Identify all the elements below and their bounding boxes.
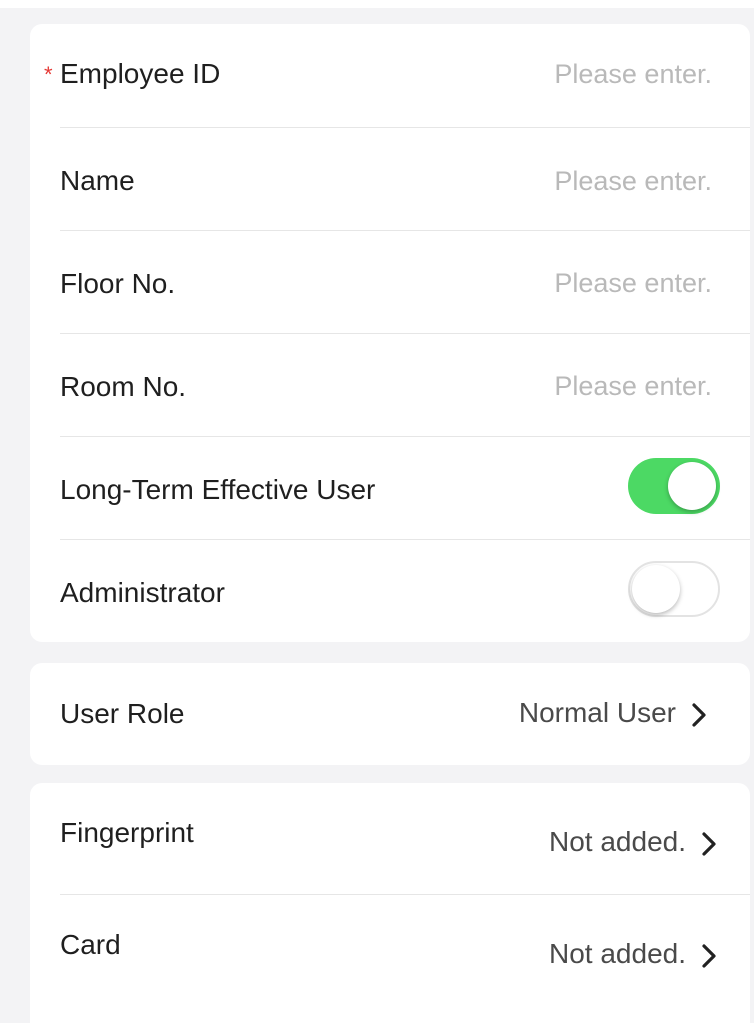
user-role-card: User Role Normal User: [30, 663, 750, 765]
administrator-toggle[interactable]: [628, 561, 720, 617]
credentials-card: Fingerprint Not added. Card Not added.: [30, 783, 750, 1023]
fingerprint-label: Fingerprint: [60, 817, 194, 848]
long-term-effective-user-toggle[interactable]: [628, 458, 720, 514]
name-input[interactable]: Please enter.: [554, 164, 712, 198]
user-role-label: User Role: [60, 698, 185, 729]
user-role-value: Normal User: [518, 697, 676, 728]
chevron-right-icon: [702, 832, 716, 856]
name-row[interactable]: Name Please enter.: [30, 128, 750, 231]
fingerprint-value: Not added.: [549, 826, 686, 857]
room-no-input[interactable]: Please enter.: [554, 369, 712, 403]
room-no-label: Room No.: [60, 371, 187, 402]
employee-id-row[interactable]: * Employee ID Please enter.: [30, 24, 750, 128]
employee-id-label: Employee ID: [60, 58, 221, 89]
card-label: Card: [60, 929, 121, 960]
long-term-effective-user-label: Long-Term Effective User: [60, 474, 376, 505]
card-value: Not added.: [549, 938, 686, 969]
floor-no-label: Floor No.: [60, 268, 176, 299]
toggle-knob: [632, 565, 680, 613]
card-row[interactable]: Card Not added.: [30, 895, 750, 1007]
user-role-row[interactable]: User Role Normal User: [30, 663, 750, 765]
room-no-row[interactable]: Room No. Please enter.: [30, 334, 750, 437]
floor-no-row[interactable]: Floor No. Please enter.: [30, 231, 750, 334]
long-term-effective-user-row: Long-Term Effective User: [30, 437, 750, 540]
administrator-label: Administrator: [60, 577, 225, 608]
fingerprint-row[interactable]: Fingerprint Not added.: [30, 783, 750, 895]
top-strip: [0, 0, 754, 8]
toggle-knob: [668, 462, 716, 510]
name-label: Name: [60, 165, 135, 196]
administrator-row: Administrator: [30, 540, 750, 642]
employee-id-input[interactable]: Please enter.: [554, 57, 712, 91]
chevron-right-icon: [692, 703, 706, 727]
floor-no-input[interactable]: Please enter.: [554, 266, 712, 300]
chevron-right-icon: [702, 944, 716, 968]
required-mark: *: [44, 62, 53, 87]
basic-info-card: * Employee ID Please enter. Name Please …: [30, 24, 750, 642]
